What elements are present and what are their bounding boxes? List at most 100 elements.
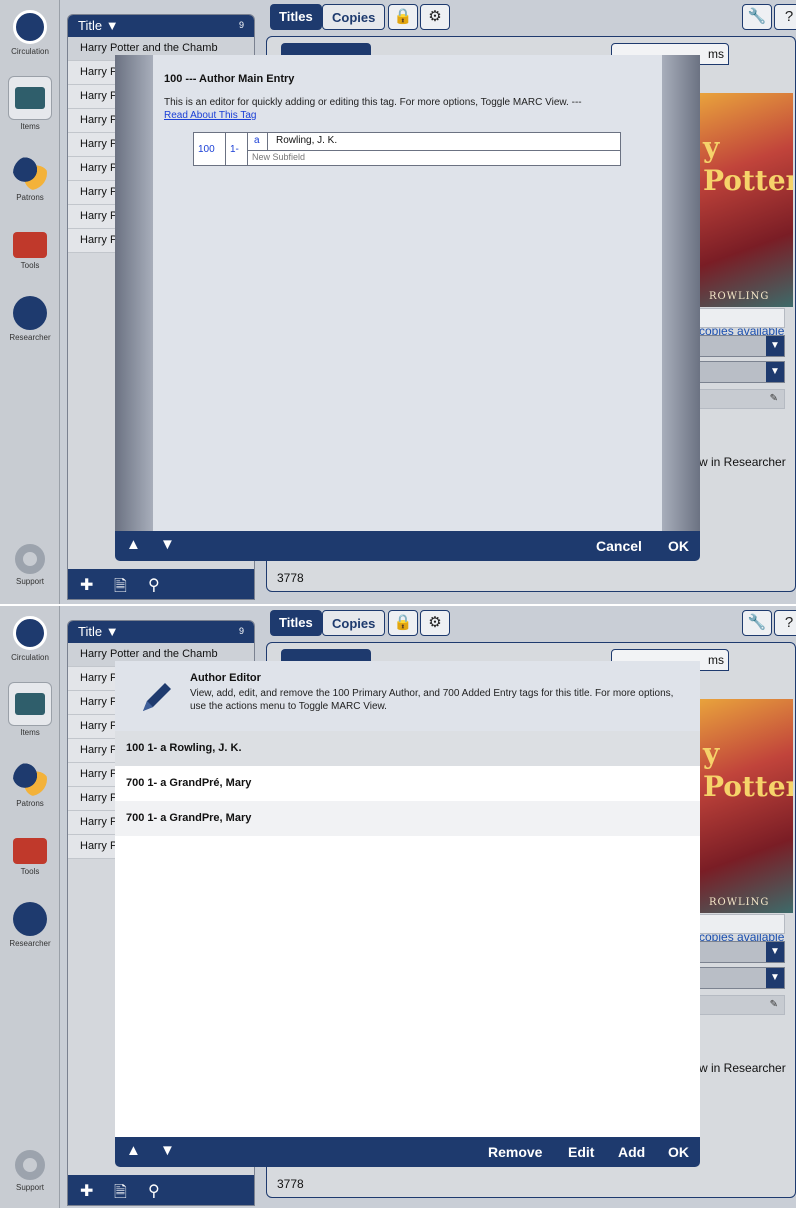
left-rail: Circulation Items Patrons Tools Research… xyxy=(0,606,60,1208)
rail-tools[interactable]: Tools xyxy=(0,832,60,876)
edit-button[interactable]: Edit xyxy=(568,1144,594,1160)
circulation-icon xyxy=(13,616,47,650)
up-arrow-icon[interactable]: ▲ xyxy=(126,1142,141,1159)
books-icon xyxy=(8,682,52,726)
researcher-icon xyxy=(13,296,47,330)
lifebuoy-icon xyxy=(15,544,45,574)
barcode-value: 3778 xyxy=(277,571,304,585)
lock-icon[interactable]: 🔒 xyxy=(388,610,418,636)
title-list-header[interactable]: Title ▼ 9 xyxy=(68,621,254,643)
tab-copies[interactable]: Copies xyxy=(322,4,386,30)
list-footer: ✚ 🗎 ⚲ xyxy=(68,1175,254,1205)
read-about-tag-link[interactable]: Read About This Tag xyxy=(164,110,256,121)
search-icon[interactable]: ⚲ xyxy=(148,575,160,595)
rail-circulation[interactable]: Circulation xyxy=(0,616,60,662)
marc-field-editor: 100 1- a Rowling, J. K. New Subfield xyxy=(193,132,621,166)
detail-dropdown[interactable]: ▼ xyxy=(699,335,785,357)
rail-researcher[interactable]: Researcher xyxy=(0,902,60,948)
rail-tools[interactable]: Tools xyxy=(0,226,60,270)
rail-items[interactable]: Items xyxy=(0,682,60,737)
rail-label: Patrons xyxy=(16,799,44,808)
barcode-value: 3778 xyxy=(277,1177,304,1191)
title-list-header[interactable]: Title ▼ 9 xyxy=(68,15,254,37)
author-row[interactable]: 700 1- a GrandPré, Mary xyxy=(115,766,700,801)
rail-circulation[interactable]: Circulation xyxy=(0,10,60,56)
view-in-researcher-link[interactable]: w in Researcher xyxy=(699,1061,786,1075)
rail-support[interactable]: Support xyxy=(0,1150,60,1192)
researcher-icon xyxy=(13,902,47,936)
detail-dropdown[interactable]: ▼ xyxy=(699,967,785,989)
books-icon xyxy=(8,76,52,120)
ok-button[interactable]: OK xyxy=(668,1144,689,1160)
tag-editor-description: This is an editor for quickly adding or … xyxy=(164,96,664,122)
wrench-icon[interactable]: 🔧 xyxy=(742,610,772,636)
book-cover: y Potter ROWLING xyxy=(699,699,793,913)
tag-editor-body: 100 --- Author Main Entry This is an edi… xyxy=(115,55,700,531)
subfield-value[interactable]: Rowling, J. K. xyxy=(268,135,337,146)
remove-button[interactable]: Remove xyxy=(488,1144,542,1160)
detail-dropdown[interactable]: ▼ xyxy=(699,361,785,383)
subfield-code[interactable]: a xyxy=(248,133,268,150)
author-editor-modal: Author Editor View, add, edit, and remov… xyxy=(115,661,700,1167)
detail-field[interactable] xyxy=(699,914,785,934)
author-row[interactable]: 700 1- a GrandPre, Mary xyxy=(115,801,700,836)
rail-label: Circulation xyxy=(11,47,49,56)
plus-icon[interactable]: ✚ xyxy=(80,575,93,595)
rail-support[interactable]: Support xyxy=(0,544,60,586)
help-icon[interactable]: ? xyxy=(774,4,796,30)
marc-tag[interactable]: 100 xyxy=(194,133,226,165)
rail-patrons[interactable]: Patrons xyxy=(0,762,60,808)
detail-dropdown[interactable]: ▼ xyxy=(699,941,785,963)
rail-patrons[interactable]: Patrons xyxy=(0,156,60,202)
pencil-icon: ✎ xyxy=(769,999,778,1010)
rail-label: Tools xyxy=(20,261,40,270)
title-count: 9 xyxy=(238,20,244,30)
tab-titles[interactable]: Titles xyxy=(270,610,322,636)
editable-field[interactable]: ✎ xyxy=(699,389,785,409)
pencil-icon xyxy=(143,683,171,711)
add-button[interactable]: Add xyxy=(618,1144,645,1160)
lock-icon[interactable]: 🔒 xyxy=(388,4,418,30)
gear-icon[interactable]: ⚙ xyxy=(420,610,450,636)
list-footer: ✚ 🗎 ⚲ xyxy=(68,569,254,599)
marc-indicators[interactable]: 1- xyxy=(226,133,248,165)
view-in-researcher-link[interactable]: w in Researcher xyxy=(699,455,786,469)
circulation-icon xyxy=(13,10,47,44)
ok-button[interactable]: OK xyxy=(668,538,689,554)
search-icon[interactable]: ⚲ xyxy=(148,1181,160,1201)
modal-shadow-right xyxy=(662,55,700,531)
tag-editor-footer: ▲ ▼ Cancel OK xyxy=(115,531,700,561)
cover-title: y Potter xyxy=(703,737,793,803)
document-icon[interactable]: 🗎 xyxy=(114,575,127,599)
editable-field[interactable]: ✎ xyxy=(699,995,785,1015)
title-count: 9 xyxy=(238,626,244,636)
book-cover: y Potter ROWLING xyxy=(699,93,793,307)
author-row[interactable]: 100 1- a Rowling, J. K. xyxy=(115,731,700,766)
rail-label: Support xyxy=(15,1183,45,1192)
sort-title-label[interactable]: Title ▼ xyxy=(78,18,119,33)
gear-icon[interactable]: ⚙ xyxy=(420,4,450,30)
document-icon[interactable]: 🗎 xyxy=(114,1181,127,1205)
new-subfield-input[interactable]: New Subfield xyxy=(248,150,620,165)
wrench-icon[interactable]: 🔧 xyxy=(742,4,772,30)
pencil-icon: ✎ xyxy=(769,393,778,404)
rail-items[interactable]: Items xyxy=(0,76,60,131)
plus-icon[interactable]: ✚ xyxy=(80,1181,93,1201)
detail-field[interactable] xyxy=(699,308,785,328)
down-arrow-icon[interactable]: ▼ xyxy=(160,536,175,553)
tab-titles[interactable]: Titles xyxy=(270,4,322,30)
chevron-down-icon: ▼ xyxy=(766,362,784,382)
sort-title-label[interactable]: Title ▼ xyxy=(78,624,119,639)
rail-label: Researcher xyxy=(9,333,51,342)
rail-researcher[interactable]: Researcher xyxy=(0,296,60,342)
tab-copies[interactable]: Copies xyxy=(322,610,386,636)
cancel-button[interactable]: Cancel xyxy=(596,538,642,554)
patrons-icon xyxy=(13,156,47,190)
screen-author-editor: Circulation Items Patrons Tools Research… xyxy=(0,604,796,1208)
rail-label: Circulation xyxy=(11,653,49,662)
down-arrow-icon[interactable]: ▼ xyxy=(160,1142,175,1159)
tag-editor-title: 100 --- Author Main Entry xyxy=(164,73,295,85)
up-arrow-icon[interactable]: ▲ xyxy=(126,536,141,553)
help-icon[interactable]: ? xyxy=(774,610,796,636)
screen-tag-editor: Circulation Items Patrons Tools Research… xyxy=(0,0,796,604)
